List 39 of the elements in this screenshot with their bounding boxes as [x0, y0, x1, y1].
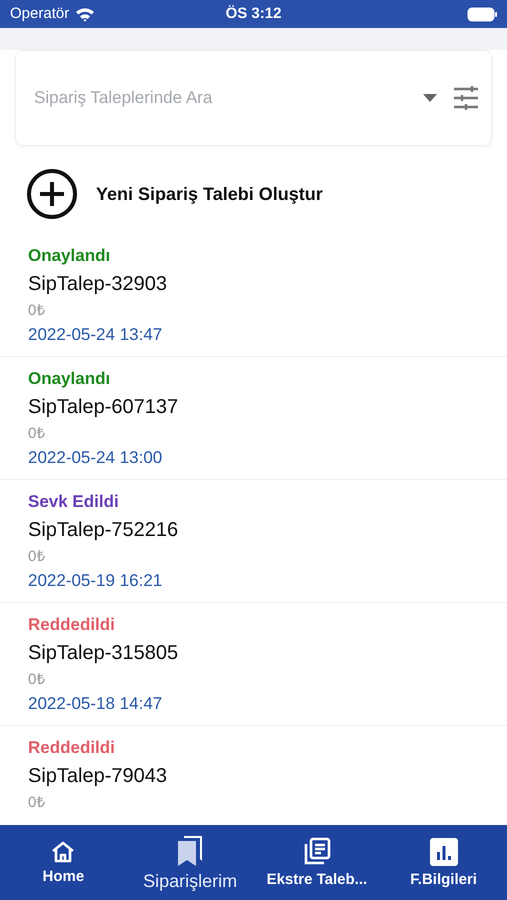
carrier-label: Operatör [10, 4, 70, 24]
tab-bar-item[interactable]: F.Bilgileri [380, 825, 507, 900]
add-circle-icon [26, 168, 78, 220]
order-number: SipTalep-79043 [28, 764, 167, 789]
filter-sliders-icon[interactable] [453, 86, 479, 110]
order-status: Sevk Edildi [28, 491, 119, 513]
bar-chart-icon [428, 836, 459, 866]
tab-bar-item[interactable]: Home [0, 825, 127, 900]
order-status: Onaylandı [28, 368, 110, 390]
order-amount: 0₺ [28, 424, 46, 444]
order-status: Onaylandı [28, 245, 110, 267]
home-icon [50, 840, 76, 864]
order-number: SipTalep-315805 [28, 641, 178, 666]
order-status: Reddedildi [28, 614, 115, 636]
order-number: SipTalep-607137 [28, 395, 178, 420]
order-list-item[interactable]: Sevk Edildi SipTalep-752216 0₺ 2022-05-19 16:21 [0, 480, 507, 603]
tab-bar-item[interactable]: Siparişlerim [126, 825, 254, 900]
order-amount: 0₺ [28, 670, 46, 690]
order-date: 2022-05-19 16:21 [28, 570, 162, 592]
order-list-item[interactable]: Onaylandı SipTalep-32903 0₺ 2022-05-24 13:47 [0, 234, 507, 357]
order-amount: 0₺ [28, 793, 46, 813]
order-date: 2022-05-24 13:47 [28, 324, 162, 346]
search-field[interactable]: Sipariş Taleplerinde Ara [34, 85, 407, 111]
create-order-button[interactable]: Yeni Sipariş Talebi Oluştur [0, 146, 507, 234]
order-number: SipTalep-752216 [28, 518, 178, 543]
order-list-item[interactable]: Reddedildi SipTalep-315805 0₺ 2022-05-18 14:47 [0, 603, 507, 726]
dropdown-caret-icon[interactable] [423, 94, 437, 102]
order-number: SipTalep-32903 [28, 272, 167, 297]
battery-icon [467, 6, 497, 22]
wifi-icon [75, 6, 96, 22]
order-amount: 0₺ [28, 547, 46, 567]
order-date: 2022-05-18 14:47 [28, 693, 162, 715]
order-list-item[interactable]: Onaylandı SipTalep-607137 0₺ 2022-05-24 13:00 [0, 357, 507, 480]
tab-bar-item[interactable]: Ekstre Taleb... [254, 825, 380, 900]
order-amount: 0₺ [28, 301, 46, 321]
order-status: Reddedildi [28, 737, 115, 759]
clock-time: ÖS 3:12 [226, 4, 282, 24]
order-date: 2022-05-24 13:00 [28, 447, 162, 469]
document-list-icon [302, 836, 332, 866]
